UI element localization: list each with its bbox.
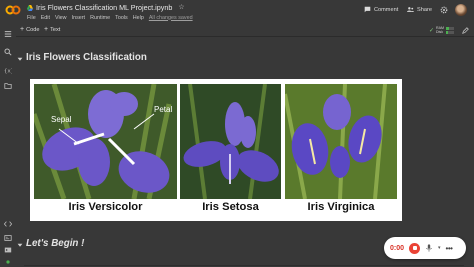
- chevron-down-icon[interactable]: [17, 242, 23, 248]
- add-text-button[interactable]: + Text: [44, 26, 60, 33]
- comment-label: Comment: [374, 6, 399, 13]
- caption-virginica: Iris Virginica: [307, 201, 375, 213]
- edit-pencil-icon[interactable]: [462, 27, 469, 34]
- gear-icon[interactable]: [440, 6, 448, 14]
- microphone-icon[interactable]: [425, 244, 433, 252]
- recording-timer: 0:00: [390, 244, 405, 252]
- command-palette-icon[interactable]: [4, 234, 12, 242]
- star-icon[interactable]: ☆: [178, 4, 184, 11]
- screen-recorder-widget: 0:00 ▾ •••: [384, 237, 466, 259]
- title-row: Iris Flowers Classification ML Project.i…: [27, 2, 185, 13]
- left-sidebar: {x}: [0, 24, 16, 267]
- user-avatar[interactable]: [455, 4, 467, 16]
- stop-recording-button[interactable]: [409, 242, 421, 254]
- disk-label: Disk: [436, 30, 444, 34]
- runtime-status-icon: [6, 260, 10, 264]
- section-heading: Iris Flowers Classification: [26, 52, 147, 63]
- resource-monitor[interactable]: ✓ RAM Disk: [429, 26, 455, 34]
- menu-file[interactable]: File: [27, 15, 36, 21]
- caption-versicolor: Iris Versicolor: [68, 201, 143, 213]
- menu-help[interactable]: Help: [133, 15, 144, 21]
- search-icon[interactable]: [4, 48, 12, 56]
- share-label: Share: [417, 6, 432, 13]
- disk-usage-bar: [446, 30, 455, 34]
- text-label: Text: [50, 26, 61, 33]
- menu-bar: File Edit View Insert Runtime Tools Help…: [27, 13, 193, 22]
- caret-down-icon[interactable]: ▾: [438, 245, 441, 251]
- code-snippets-icon[interactable]: [4, 220, 12, 228]
- iris-versicolor-photo: Sepal Petal: [34, 84, 177, 199]
- petal-annotation: Petal: [154, 105, 172, 114]
- share-button[interactable]: Share: [407, 6, 432, 13]
- caption-setosa: Iris Setosa: [202, 201, 259, 213]
- stop-icon: [412, 246, 417, 250]
- save-status[interactable]: All changes saved: [149, 15, 193, 21]
- notebook-title[interactable]: Iris Flowers Classification ML Project.i…: [36, 3, 172, 12]
- header: Iris Flowers Classification ML Project.i…: [0, 0, 474, 24]
- chevron-down-icon[interactable]: [17, 56, 23, 62]
- plus-icon: +: [44, 26, 49, 33]
- code-label: Code: [26, 26, 40, 33]
- sepal-annotation: Sepal: [51, 115, 72, 124]
- section-heading: Let's Begin !: [26, 238, 85, 249]
- check-icon: ✓: [429, 27, 435, 34]
- menu-tools[interactable]: Tools: [115, 15, 128, 21]
- svg-text:{x}: {x}: [4, 68, 12, 74]
- comment-button[interactable]: Comment: [364, 6, 398, 13]
- ram-usage-bar: [446, 26, 455, 30]
- drive-icon: [27, 4, 33, 11]
- add-code-button[interactable]: + Code: [20, 26, 39, 33]
- colab-logo-icon[interactable]: [5, 4, 21, 16]
- plus-icon: +: [20, 26, 25, 33]
- menu-insert[interactable]: Insert: [72, 15, 85, 21]
- terminal-icon[interactable]: [4, 246, 12, 254]
- notebook-content: Iris Flowers Classification Sepal Petal: [16, 37, 474, 267]
- colab-window: Iris Flowers Classification ML Project.i…: [0, 0, 474, 267]
- more-options-icon[interactable]: •••: [446, 244, 453, 253]
- menu-edit[interactable]: Edit: [41, 15, 50, 21]
- comment-icon: [364, 6, 371, 13]
- notebook-toolbar: + Code + Text ✓ RAM Disk: [16, 24, 474, 37]
- share-people-icon: [407, 7, 414, 12]
- iris-virginica-photo: [285, 84, 397, 199]
- iris-species-image: Sepal Petal Iris Versicolor Iris Setosa …: [30, 79, 402, 221]
- variables-icon[interactable]: {x}: [4, 66, 12, 74]
- menu-runtime[interactable]: Runtime: [90, 15, 110, 21]
- menu-view[interactable]: View: [55, 15, 67, 21]
- iris-setosa-photo: [180, 84, 281, 199]
- folder-icon[interactable]: [4, 82, 12, 90]
- cell-divider: [24, 265, 464, 266]
- table-of-contents-icon[interactable]: [4, 30, 12, 38]
